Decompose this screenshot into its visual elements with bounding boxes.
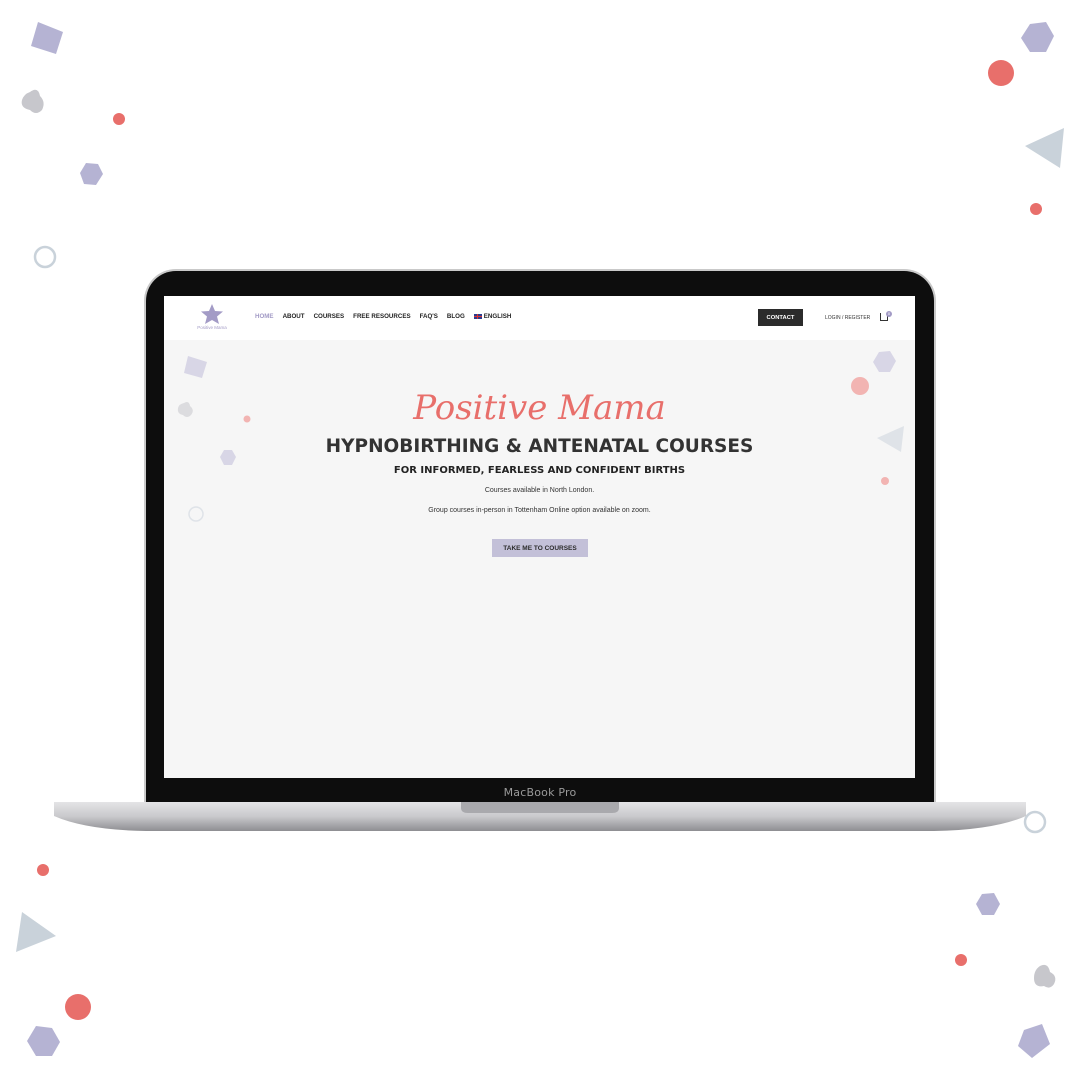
- nav-free-resources[interactable]: FREE RESOURCES: [353, 313, 410, 320]
- site-logo[interactable]: Positive Mama: [192, 303, 232, 333]
- hexagon-shape: [873, 351, 896, 372]
- triangle-shape: [16, 912, 56, 952]
- nav-blog[interactable]: BLOG: [447, 313, 465, 320]
- logo-text: Positive Mama: [197, 325, 227, 330]
- hexagon-shape: [976, 893, 1000, 915]
- hero-subheading: FOR INFORMED, FEARLESS AND CONFIDENT BIR…: [393, 465, 686, 476]
- hero-section: Positive Mama HYPNOBIRTHING & ANTENATAL …: [164, 340, 915, 778]
- nav-courses[interactable]: COURSES: [314, 313, 345, 320]
- hexagon-shape: [27, 1026, 60, 1056]
- brand-script-title: Positive Mama: [413, 388, 666, 428]
- language-switcher[interactable]: ENGLISH: [473, 313, 512, 320]
- pentagon-shape: [184, 356, 207, 378]
- ring-shape: [33, 245, 57, 269]
- device-label: MacBook Pro: [503, 786, 577, 799]
- dot-shape: [1030, 203, 1042, 215]
- cart-count-badge: 0: [886, 311, 892, 317]
- triangle-shape: [1025, 128, 1064, 168]
- take-me-to-courses-button[interactable]: TAKE ME TO COURSES: [492, 539, 588, 557]
- dot-shape: [113, 113, 125, 125]
- nav-about[interactable]: ABOUT: [283, 313, 305, 320]
- blob-shape: [21, 89, 44, 113]
- pentagon-shape: [1018, 1024, 1050, 1058]
- dot-shape: [65, 994, 91, 1020]
- nav-home[interactable]: HOME: [255, 313, 274, 320]
- pentagon-shape: [31, 22, 63, 54]
- hexagon-shape: [1021, 22, 1054, 52]
- uk-flag-icon: [473, 313, 482, 319]
- hero-text-location: Courses available in North London.: [484, 487, 595, 494]
- star-logo-icon: [201, 304, 223, 324]
- ring-shape: [1023, 810, 1047, 834]
- blob-shape: [1034, 964, 1056, 988]
- hero-heading: HYPNOBIRTHING & ANTENATAL COURSES: [325, 436, 754, 457]
- hexagon-shape: [80, 163, 103, 185]
- dot-shape: [988, 60, 1014, 86]
- laptop-screen: Positive Mama HOME ABOUT COURSES FREE RE…: [164, 296, 915, 778]
- laptop-base: [54, 802, 1026, 831]
- hero-text-group: Group courses in-person in Tottenham Onl…: [428, 507, 651, 514]
- main-nav: HOME ABOUT COURSES FREE RESOURCES FAQ'S …: [255, 313, 511, 320]
- site-header: Positive Mama HOME ABOUT COURSES FREE RE…: [164, 296, 915, 340]
- dot-shape: [955, 954, 967, 966]
- login-register-link[interactable]: LOGIN / REGISTER: [825, 315, 870, 321]
- nav-faqs[interactable]: FAQ'S: [420, 313, 438, 320]
- dot-shape: [37, 864, 49, 876]
- dot-shape: [881, 477, 889, 485]
- language-label: ENGLISH: [483, 313, 512, 320]
- contact-button[interactable]: CONTACT: [758, 309, 803, 326]
